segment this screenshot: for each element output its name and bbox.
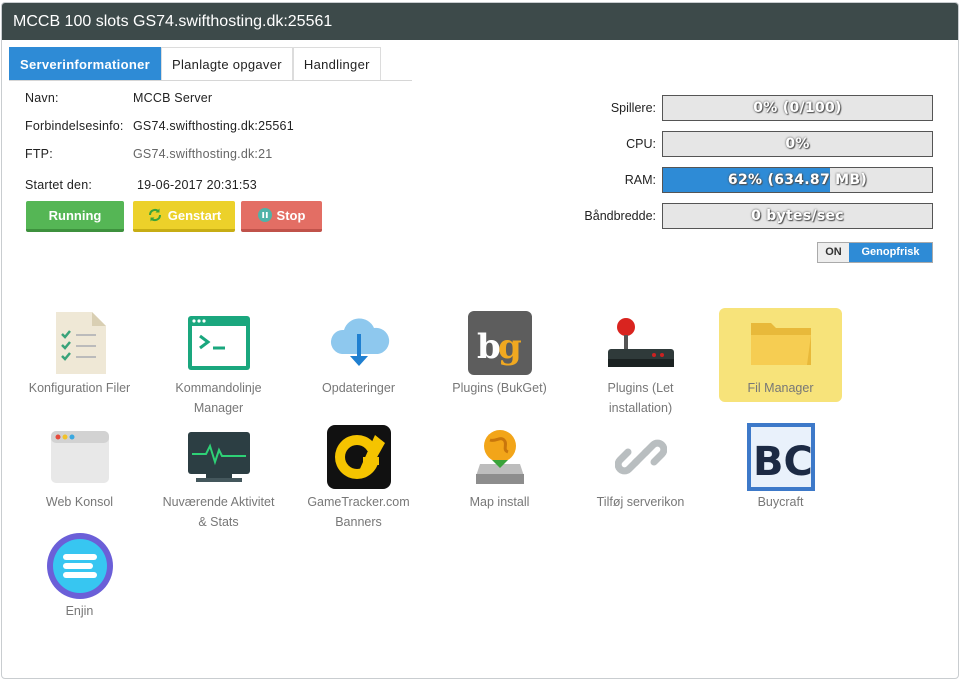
browser-window-icon xyxy=(18,422,141,492)
stat-label: CPU: xyxy=(626,137,656,151)
stat-progress-bar: 0% (0/100) xyxy=(662,95,933,121)
stat-label: Spillere: xyxy=(610,101,656,115)
stat-value: 0% xyxy=(785,136,810,152)
tool-tile-label: Web Konsol xyxy=(45,495,114,509)
stat-progress-bar: 62% (634.87 MB) xyxy=(662,167,933,193)
tool-tile[interactable]: Konfiguration Filer xyxy=(18,308,141,398)
folder-icon xyxy=(719,308,842,378)
stat-progress-bar: 0 bytes/sec xyxy=(662,203,933,229)
started-value: 19-06-2017 20:31:53 xyxy=(137,178,257,192)
name-value: MCCB Server xyxy=(133,91,213,105)
config-files-icon xyxy=(18,308,141,378)
buycraft-icon: BC xyxy=(719,422,842,492)
joystick-icon xyxy=(579,308,702,378)
stat-value: 62% (634.87 MB) xyxy=(727,172,868,188)
connection-label: Forbindelsesinfo: xyxy=(25,119,124,133)
stat-value: 0 bytes/sec xyxy=(751,208,844,224)
auto-refresh-toggle[interactable]: ON Genopfrisk xyxy=(817,242,933,263)
link-icon xyxy=(579,422,702,492)
stat-progress-bar: 0% xyxy=(662,131,933,157)
tool-tile[interactable]: b g Plugins (BukGet) xyxy=(438,308,561,398)
pause-icon xyxy=(257,208,272,222)
tool-tile[interactable]: Kommandolinje Manager xyxy=(157,308,280,418)
tool-tile[interactable]: Map install xyxy=(438,422,561,512)
running-label: Running xyxy=(48,207,102,223)
tool-tile-label: Opdateringer xyxy=(322,381,395,395)
window-title: MCCB 100 slots GS74.swifthosting.dk:2556… xyxy=(2,3,958,40)
activity-monitor-icon xyxy=(157,422,280,492)
tab-planlagte-opgaver[interactable]: Planlagte opgaver xyxy=(160,47,293,80)
tool-tile[interactable]: Fil Manager xyxy=(719,308,842,402)
tool-tile-label: Buycraft xyxy=(757,495,804,509)
svg-text:g: g xyxy=(498,327,522,367)
cloud-download-icon xyxy=(297,308,420,378)
tool-tile[interactable]: Nuværende Aktivitet & Stats xyxy=(157,422,280,532)
tool-tile[interactable]: Web Konsol xyxy=(18,422,141,512)
ftp-value: GS74.swifthosting.dk:21 xyxy=(133,147,273,161)
tool-tile[interactable]: Tilføj serverikon xyxy=(579,422,702,512)
tool-tile-label: GameTracker.com Banners xyxy=(307,495,410,529)
tab-bar: Serverinformationer Planlagte opgaver Ha… xyxy=(9,47,412,81)
server-panel: MCCB 100 slots GS74.swifthosting.dk:2556… xyxy=(1,2,959,679)
tool-tile-label: Plugins (BukGet) xyxy=(452,381,547,395)
tool-tile-label: Plugins (Let installation) xyxy=(607,381,674,415)
terminal-icon xyxy=(157,308,280,378)
name-label: Navn: xyxy=(25,91,59,105)
started-label: Startet den: xyxy=(25,178,93,192)
tool-tile[interactable]: Opdateringer xyxy=(297,308,420,398)
tab-serverinformationer[interactable]: Serverinformationer xyxy=(9,47,161,80)
tool-tile-label: Nuværende Aktivitet & Stats xyxy=(162,495,275,529)
tool-tile-label: Map install xyxy=(469,495,530,509)
tab-handlinger[interactable]: Handlinger xyxy=(292,47,381,80)
tool-tile-label: Fil Manager xyxy=(747,381,814,395)
restart-label: Genstart xyxy=(167,207,222,223)
restart-button[interactable]: Genstart xyxy=(133,201,235,232)
stat-label: Båndbredde: xyxy=(584,209,656,223)
tool-tile-label: Kommandolinje Manager xyxy=(175,381,262,415)
refresh-icon xyxy=(148,208,161,222)
connection-value: GS74.swifthosting.dk:25561 xyxy=(133,119,294,133)
running-button[interactable]: Running xyxy=(26,201,124,232)
tool-tile[interactable]: Plugins (Let installation) xyxy=(579,308,702,418)
gametracker-icon xyxy=(297,422,420,492)
tool-tile[interactable]: GameTracker.com Banners xyxy=(297,422,420,532)
ftp-label: FTP: xyxy=(25,147,53,161)
enjin-icon xyxy=(18,531,141,601)
tool-tile[interactable]: Enjin xyxy=(18,531,141,621)
toggle-state: ON xyxy=(818,243,849,262)
refresh-button[interactable]: Genopfrisk xyxy=(849,243,932,262)
stop-label: Stop xyxy=(276,207,306,223)
tool-tile-label: Konfiguration Filer xyxy=(28,381,131,395)
svg-text:BC: BC xyxy=(753,439,813,485)
tool-tile-label: Tilføj serverikon xyxy=(596,495,685,509)
tool-tile-label: Enjin xyxy=(65,604,94,618)
stop-button[interactable]: Stop xyxy=(241,201,322,232)
stat-value: 0% (0/100) xyxy=(753,100,842,116)
map-install-icon xyxy=(438,422,561,492)
stat-label: RAM: xyxy=(624,173,656,187)
tool-tile[interactable]: BC Buycraft xyxy=(719,422,842,512)
bukget-icon: bg xyxy=(438,308,561,378)
